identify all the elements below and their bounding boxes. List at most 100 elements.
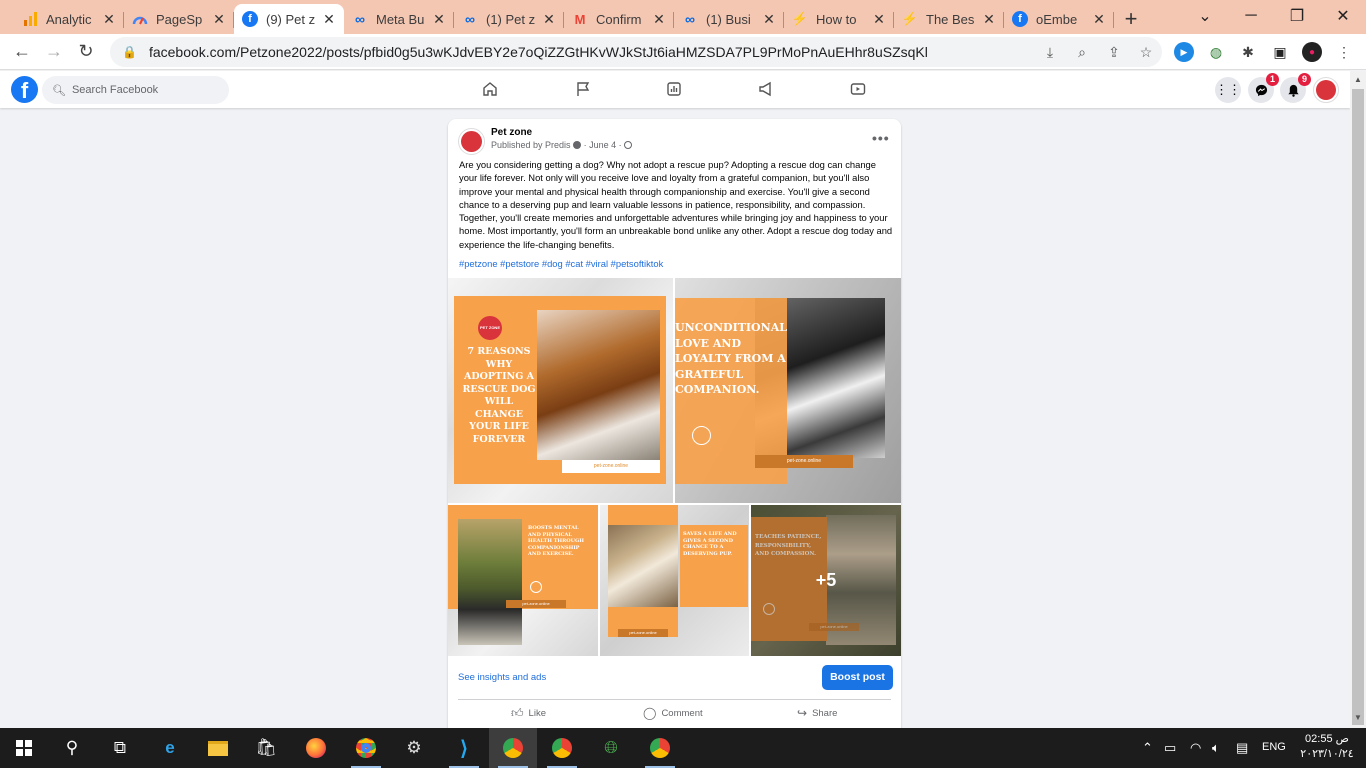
extensions-puzzle-icon[interactable]: ✱ bbox=[1238, 42, 1258, 62]
microsoft-store-icon[interactable]: 🛍︎ bbox=[242, 728, 290, 768]
notifications-tray-icon[interactable]: ▤ bbox=[1236, 740, 1248, 756]
forward-button[interactable]: → bbox=[38, 36, 70, 68]
boost-post-button[interactable]: Boost post bbox=[822, 665, 893, 690]
profile-avatar-icon[interactable]: ● bbox=[1302, 42, 1322, 62]
battery-icon[interactable]: ▭ bbox=[1164, 740, 1176, 756]
post-image-1[interactable]: PET ZONE 7 REASONS WHY ADOPTING A RESCUE… bbox=[448, 278, 673, 503]
side-panel-icon[interactable]: ▣ bbox=[1270, 42, 1290, 62]
restore-button[interactable]: ❐ bbox=[1274, 0, 1320, 32]
close-icon[interactable]: ✕ bbox=[1092, 11, 1106, 28]
close-icon[interactable]: ✕ bbox=[762, 11, 776, 28]
post-image-4[interactable]: SAVES A LIFE AND GIVES A SECOND CHANCE T… bbox=[600, 505, 749, 656]
see-insights-link[interactable]: See insights and ads bbox=[458, 672, 546, 683]
menu-grid-icon[interactable]: ⋮⋮ bbox=[1215, 77, 1241, 103]
close-icon[interactable]: ✕ bbox=[542, 11, 556, 28]
install-icon[interactable]: ⤓ bbox=[1034, 44, 1066, 61]
tab-business[interactable]: ∞ (1) Busi ✕ bbox=[674, 4, 784, 34]
video-icon[interactable] bbox=[848, 79, 868, 99]
new-tab-button[interactable]: + bbox=[1114, 4, 1148, 34]
pagespeed-icon bbox=[132, 11, 148, 27]
insights-icon[interactable] bbox=[664, 79, 684, 99]
start-windows-icon[interactable] bbox=[0, 728, 48, 768]
close-icon[interactable]: ✕ bbox=[872, 11, 886, 28]
tab-search-icon[interactable]: ⌄ bbox=[1182, 0, 1228, 32]
back-button[interactable]: ← bbox=[6, 36, 38, 68]
chrome-icon[interactable] bbox=[342, 728, 390, 768]
home-icon[interactable] bbox=[480, 79, 500, 99]
published-by[interactable]: Published by Predis bbox=[491, 140, 571, 150]
post-image-5[interactable]: TEACHES PATIENCE, RESPONSIBILITY, AND CO… bbox=[751, 505, 901, 656]
file-explorer-icon[interactable] bbox=[194, 728, 242, 768]
tab-the-best[interactable]: ⚡ The Bes ✕ bbox=[894, 4, 1004, 34]
url-text[interactable]: facebook.com/Petzone2022/posts/pfbid0g5u… bbox=[149, 44, 1034, 60]
minimize-button[interactable]: ─ bbox=[1228, 0, 1274, 32]
search-input[interactable]: 🔍︎ Search Facebook bbox=[42, 76, 229, 104]
close-icon[interactable]: ✕ bbox=[432, 11, 446, 28]
close-icon[interactable]: ✕ bbox=[982, 11, 996, 28]
firefox-icon[interactable] bbox=[292, 728, 340, 768]
tab-how-to[interactable]: ⚡ How to ✕ bbox=[784, 4, 894, 34]
reload-button[interactable]: ↻ bbox=[70, 36, 102, 68]
comment-button[interactable]: ◯ Comment bbox=[643, 706, 703, 720]
like-button[interactable]: 👍︎ Like bbox=[511, 706, 546, 721]
scroll-up-icon[interactable]: ▲ bbox=[1354, 75, 1362, 84]
app-icon[interactable]: ⚙ bbox=[390, 728, 438, 768]
facebook-logo-icon[interactable]: f bbox=[11, 76, 38, 103]
language-indicator[interactable]: ENG bbox=[1262, 741, 1286, 753]
close-icon[interactable]: ✕ bbox=[652, 11, 666, 28]
address-bar[interactable]: 🔒 facebook.com/Petzone2022/posts/pfbid0g… bbox=[110, 37, 1162, 67]
close-icon[interactable]: ✕ bbox=[322, 11, 336, 28]
more-options-icon[interactable]: ••• bbox=[872, 130, 890, 146]
facebook-icon: f bbox=[242, 11, 258, 27]
account-avatar[interactable] bbox=[1313, 77, 1339, 103]
ads-megaphone-icon[interactable] bbox=[756, 79, 776, 99]
tab-gmail-confirm[interactable]: M Confirm ✕ bbox=[564, 4, 674, 34]
notifications-bell-icon[interactable]: 9 bbox=[1280, 73, 1311, 103]
lock-icon[interactable]: 🔒 bbox=[122, 45, 137, 59]
share-icon: ↪ bbox=[797, 706, 808, 720]
tab-oembed[interactable]: f oEmbe ✕ bbox=[1004, 4, 1114, 34]
search-icon[interactable]: ⚲ bbox=[48, 728, 96, 768]
more-photos-overlay[interactable]: +5 bbox=[751, 505, 901, 656]
tab-analytics[interactable]: Analytic ✕ bbox=[14, 4, 124, 34]
slide-url: pet-zone.online bbox=[506, 600, 566, 608]
pages-flag-icon[interactable] bbox=[573, 79, 593, 99]
post-image-2[interactable]: UNCONDITIONAL LOVE AND LOYALTY FROM A GR… bbox=[675, 278, 901, 503]
tab-meta-business[interactable]: ∞ Meta Bu ✕ bbox=[344, 4, 454, 34]
zoom-icon[interactable]: ⌕ bbox=[1066, 44, 1098, 61]
vscode-icon[interactable]: ⟩ bbox=[440, 728, 488, 768]
tray-chevron-icon[interactable]: ⌃ bbox=[1142, 740, 1153, 756]
volume-icon[interactable]: 🔈︎ bbox=[1212, 740, 1220, 756]
tab-pagespeed[interactable]: PageSp ✕ bbox=[124, 4, 234, 34]
slide-headline: UNCONDITIONAL LOVE AND LOYALTY FROM A GR… bbox=[675, 321, 787, 396]
post-image-3[interactable]: BOOSTS MENTAL AND PHYSICAL HEALTH THROUG… bbox=[448, 505, 598, 656]
system-clock[interactable]: 02:55 ص ٢٠٢٣/١٠/٢٤ bbox=[1298, 732, 1356, 762]
page-avatar[interactable] bbox=[458, 128, 485, 155]
close-icon[interactable]: ✕ bbox=[102, 11, 116, 28]
share-button[interactable]: ↪ Share bbox=[797, 706, 837, 720]
page-name[interactable]: Pet zone bbox=[491, 127, 532, 138]
post-hashtags[interactable]: #petzone #petstore #dog #cat #viral #pet… bbox=[459, 258, 663, 269]
share-icon[interactable]: ⇪ bbox=[1098, 44, 1130, 61]
chrome-profile-icon[interactable] bbox=[538, 728, 586, 768]
post-date[interactable]: June 4 bbox=[589, 140, 616, 150]
chrome-profile-icon[interactable] bbox=[489, 728, 537, 768]
task-view-icon[interactable]: ⧉ bbox=[96, 728, 144, 768]
tab-pet-zone-facebook[interactable]: f (9) Pet z ✕ bbox=[234, 4, 344, 34]
chrome-profile-icon[interactable] bbox=[636, 728, 684, 768]
menu-kebab-icon[interactable]: ⋮ bbox=[1334, 42, 1354, 62]
extension-play-icon[interactable]: ▶ bbox=[1174, 42, 1194, 62]
page-scrollbar[interactable]: ▲ ▼ bbox=[1350, 71, 1366, 728]
bookmark-star-icon[interactable]: ☆ bbox=[1130, 44, 1162, 61]
tab-pet-zone-meta[interactable]: ∞ (1) Pet z ✕ bbox=[454, 4, 564, 34]
app-globe-icon[interactable]: 🌐︎ bbox=[587, 728, 635, 768]
scroll-down-icon[interactable]: ▼ bbox=[1354, 713, 1362, 722]
extension-globe-icon[interactable]: ◍ bbox=[1206, 42, 1226, 62]
scrollbar-thumb[interactable] bbox=[1352, 89, 1364, 725]
close-window-button[interactable]: ✕ bbox=[1320, 0, 1366, 32]
wifi-icon[interactable]: ◠ bbox=[1190, 740, 1201, 756]
tab-title: Analytic bbox=[46, 11, 92, 27]
edge-icon[interactable]: e bbox=[146, 728, 194, 768]
close-icon[interactable]: ✕ bbox=[212, 11, 226, 28]
messenger-icon[interactable]: 1 bbox=[1248, 73, 1279, 103]
